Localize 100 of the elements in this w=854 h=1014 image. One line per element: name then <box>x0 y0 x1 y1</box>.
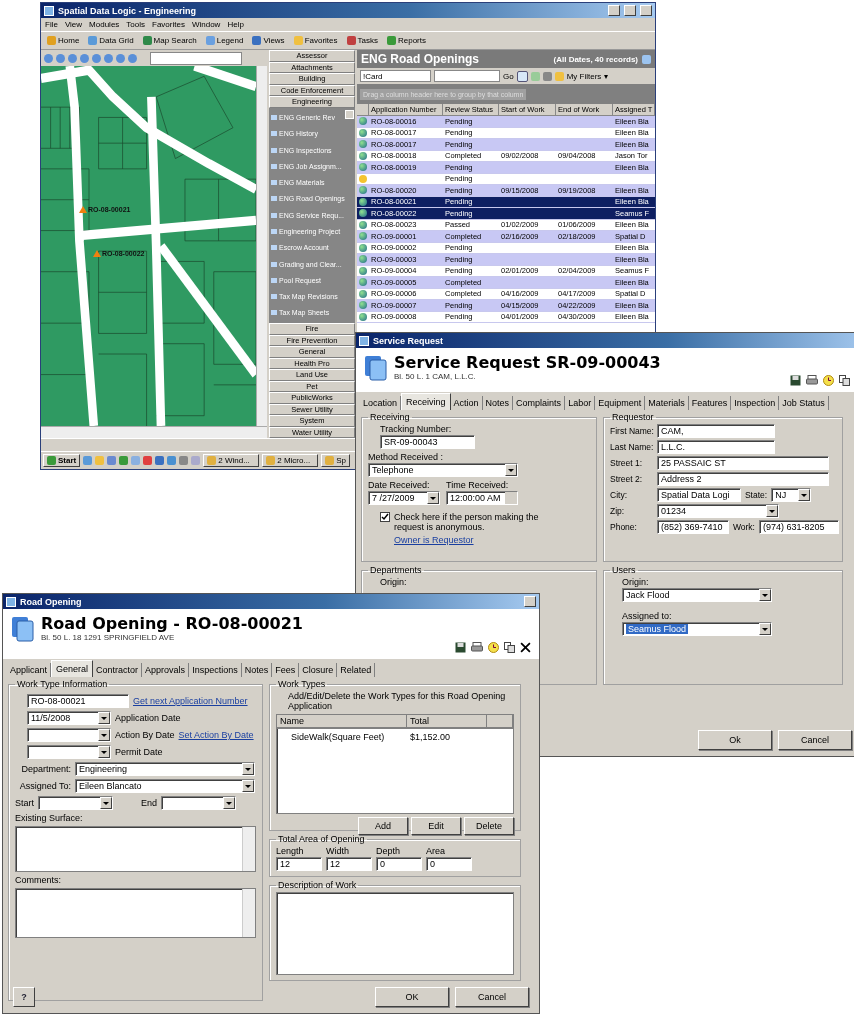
tab[interactable]: Job Status <box>779 396 829 410</box>
taskbar-button[interactable]: 2 Micro... <box>262 454 319 467</box>
filters-button[interactable]: My Filters ▾ <box>566 71 608 81</box>
dropdown[interactable]: Engineering <box>75 762 255 776</box>
text-area[interactable] <box>15 888 256 938</box>
list-button[interactable]: Delete <box>464 817 514 835</box>
action-by-link[interactable]: Set Action By Date <box>178 730 254 740</box>
text-field[interactable]: 0 <box>376 857 422 871</box>
text-field[interactable]: (974) 631-8205 <box>758 520 839 534</box>
menu-item[interactable]: File <box>45 20 58 29</box>
list-button[interactable]: Add <box>358 817 408 835</box>
dialog-button[interactable]: Cancel <box>455 987 529 1007</box>
map-field[interactable] <box>150 51 242 65</box>
tab[interactable]: Complaints <box>513 396 566 410</box>
tab[interactable]: Features <box>688 396 732 410</box>
text-field[interactable]: Spatial Data Logi <box>656 488 741 502</box>
close-icon[interactable] <box>520 642 531 653</box>
tab[interactable]: Receiving <box>401 393 451 410</box>
next-number-link[interactable]: Get next Application Number <box>133 696 248 706</box>
save-icon[interactable] <box>455 642 466 653</box>
map-drawing[interactable] <box>41 66 256 426</box>
text-field[interactable]: CAM, <box>656 424 775 438</box>
tab[interactable]: Approvals <box>142 663 190 677</box>
dropdown[interactable]: NJ <box>771 488 812 502</box>
tab[interactable]: General <box>51 660 94 677</box>
tab[interactable]: Closure <box>299 663 338 677</box>
clock-icon[interactable] <box>488 642 499 653</box>
text-field[interactable]: 0 <box>426 857 472 871</box>
tab[interactable]: Notes <box>482 396 514 410</box>
square-icon[interactable] <box>642 54 651 64</box>
copy-icon[interactable] <box>839 375 850 386</box>
tab[interactable]: Materials <box>645 396 689 410</box>
dialog-button[interactable]: OK <box>375 987 449 1007</box>
text-field[interactable]: Address 2 <box>656 472 829 486</box>
text-field[interactable]: RO-08-00021 <box>27 694 129 708</box>
text-field[interactable]: 25 PASSAIC ST <box>656 456 829 470</box>
dropdown[interactable]: Telephone <box>368 463 518 477</box>
column-header[interactable]: Name <box>277 715 407 727</box>
toolbar-button[interactable]: Reports <box>384 36 429 45</box>
taskbar-button[interactable]: 2 Wind... <box>203 454 260 467</box>
toolbar-button[interactable]: Map Search <box>139 36 200 45</box>
text-field[interactable]: SR-09-00043 <box>380 435 475 449</box>
tab[interactable]: Notes <box>241 663 273 677</box>
close-button[interactable] <box>640 5 652 16</box>
go-button[interactable]: Go <box>503 71 514 81</box>
toolbar-button[interactable]: Data Grid <box>85 36 137 45</box>
toolbar-button[interactable]: Legend <box>202 36 247 45</box>
copy-icon[interactable] <box>504 642 515 653</box>
filter-dropdown[interactable]: !Card <box>360 70 431 82</box>
dropdown[interactable]: Eileen Blancato <box>75 779 255 793</box>
warning-marker-icon[interactable] <box>79 206 87 213</box>
toolbar-button[interactable]: Home <box>44 36 83 45</box>
tab[interactable]: Inspections <box>189 663 242 677</box>
tab[interactable]: Fees <box>272 663 300 677</box>
dialog-button[interactable]: Cancel <box>778 730 852 750</box>
menu-item[interactable]: Tools <box>126 20 146 29</box>
toolbar-button[interactable]: Views <box>249 36 288 45</box>
maximize-button[interactable] <box>624 5 636 16</box>
dropdown[interactable]: Seamus Flood <box>622 622 772 636</box>
dropdown[interactable]: Jack Flood <box>622 588 772 602</box>
minimize-button[interactable] <box>608 5 620 16</box>
menu-item[interactable]: Modules <box>89 20 120 29</box>
scrollbar[interactable] <box>256 66 267 426</box>
text-area[interactable] <box>15 826 256 872</box>
dropdown[interactable] <box>27 728 111 742</box>
checkbox[interactable] <box>380 512 390 522</box>
save-icon[interactable] <box>790 375 801 386</box>
owner-link[interactable]: Owner is Requestor <box>394 535 474 545</box>
text-field[interactable]: 12 <box>326 857 372 871</box>
text-field[interactable]: 12 <box>276 857 322 871</box>
warning-marker-icon[interactable] <box>93 250 101 257</box>
time-field[interactable]: 12:00:00 AM <box>446 491 518 505</box>
toolbar-button[interactable]: Tasks <box>343 36 381 45</box>
text-field[interactable]: L.L.C. <box>656 440 775 454</box>
search-field[interactable] <box>434 70 500 82</box>
scroll-up-button[interactable] <box>345 109 354 119</box>
menu-item[interactable]: View <box>64 20 83 29</box>
tab[interactable]: Contractor <box>93 663 143 677</box>
tab[interactable]: Inspection <box>731 396 780 410</box>
dropdown[interactable]: 01234 <box>656 504 779 518</box>
start-button[interactable]: Start <box>43 454 81 467</box>
tab[interactable]: Action <box>450 396 483 410</box>
clock-icon[interactable] <box>823 375 834 386</box>
menu-item[interactable]: Favorites <box>152 20 185 29</box>
list-button[interactable]: Edit <box>411 817 461 835</box>
tab[interactable]: Labor <box>565 396 596 410</box>
text-field[interactable]: (852) 369-7410 <box>656 520 729 534</box>
scrollbar[interactable] <box>41 426 267 438</box>
help-button[interactable]: ? <box>13 987 35 1007</box>
tab[interactable]: Equipment <box>595 396 646 410</box>
dropdown[interactable]: 11/5/2008 <box>27 711 111 725</box>
toolbar-button[interactable]: Favorites <box>290 36 341 45</box>
taskbar-button[interactable]: Sp <box>321 454 351 467</box>
column-header[interactable]: Total <box>407 715 487 727</box>
dropdown[interactable] <box>27 745 111 759</box>
tab[interactable]: Related <box>337 663 376 677</box>
dropdown[interactable] <box>161 796 237 810</box>
dropdown[interactable] <box>38 796 113 810</box>
menu-item[interactable]: Window <box>191 20 221 29</box>
menu-item[interactable]: Help <box>227 20 244 29</box>
